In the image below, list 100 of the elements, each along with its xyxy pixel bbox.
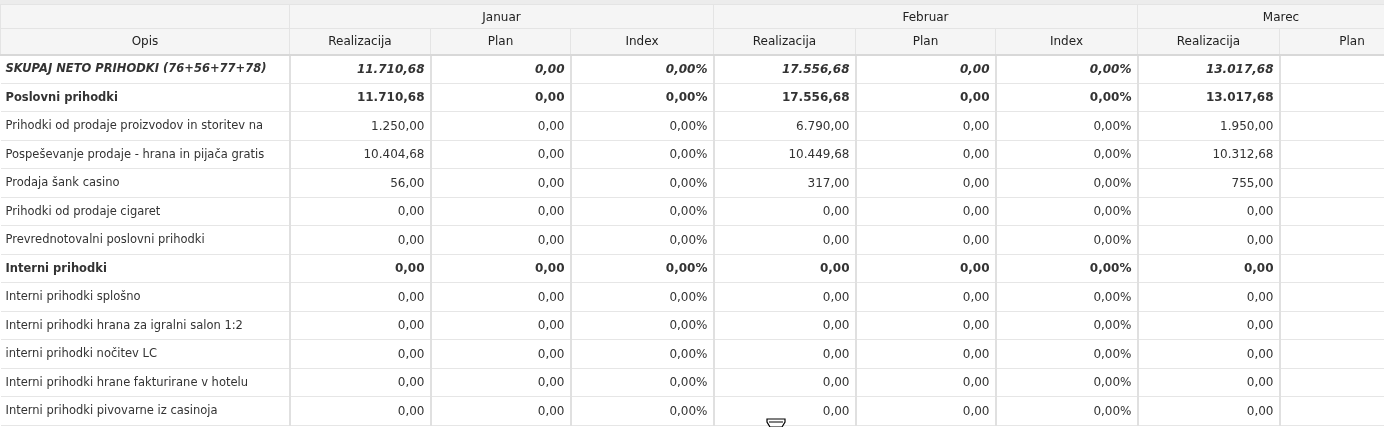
table-cell: 0,00 xyxy=(1137,396,1280,425)
table-cell: 0,00% xyxy=(995,140,1138,169)
table-cell: 0,00% xyxy=(995,311,1138,340)
row-label: interni prihodki nočitev LC xyxy=(0,339,290,368)
table-cell: 56,00 xyxy=(289,168,431,197)
table-cell: 0,00 xyxy=(289,311,431,340)
table-cell: 0,00 xyxy=(855,225,996,254)
table-cell: 0,00 xyxy=(1137,225,1280,254)
column-header: Plan xyxy=(855,28,996,55)
column-header: Plan xyxy=(1279,28,1384,55)
table-cell: 0,00 xyxy=(289,254,431,283)
table-cell: 0,00% xyxy=(995,197,1138,226)
table-cell: 1.250,00 xyxy=(289,111,431,140)
table-cell: 6.790,00 xyxy=(713,111,856,140)
table-cell: 0,00 xyxy=(430,83,571,112)
table-cell: 0,00% xyxy=(995,111,1138,140)
table-cell: 11.710,68 xyxy=(289,54,431,83)
row-label: Prihodki od prodaje proizvodov in storitev na xyxy=(0,111,290,140)
row-label: Prevrednotovalni poslovni prihodki xyxy=(0,225,290,254)
table-cell: 0,00 xyxy=(1137,339,1280,368)
table-cell: 0,00% xyxy=(995,339,1138,368)
table-cell: 0,00 xyxy=(289,339,431,368)
column-header: Index xyxy=(570,28,714,55)
table-cell: 0,00 xyxy=(855,396,996,425)
table-cell: 0,00% xyxy=(570,111,714,140)
table-cell: 0,00 xyxy=(713,282,856,311)
column-header: Plan xyxy=(430,28,571,55)
table-cell: 10.312,68 xyxy=(1137,140,1280,169)
table-cell: 0,00 xyxy=(855,54,996,83)
row-label: Interni prihodki pivovarne iz casinoja xyxy=(0,396,290,425)
column-header: Index xyxy=(995,28,1138,55)
tray-icon xyxy=(766,418,786,427)
table-cell: 0,00% xyxy=(570,54,714,83)
table-cell: 17.556,68 xyxy=(713,54,856,83)
table-cell: 0,00 xyxy=(855,83,996,112)
column-header: Realizacija xyxy=(713,28,856,55)
table-cell: 0,00 xyxy=(855,254,996,283)
table-cell: 0,00% xyxy=(570,396,714,425)
row-label: Poslovni prihodki xyxy=(0,83,290,112)
table-cell: 0,00% xyxy=(995,83,1138,112)
table-cell: 0,00 xyxy=(289,368,431,397)
table-cell: 0,00% xyxy=(570,254,714,283)
table-cell: 0,00 xyxy=(430,339,571,368)
table-cell: 0,00 xyxy=(713,368,856,397)
month-header: Februar xyxy=(713,4,1138,29)
table-cell: 0,00 xyxy=(855,311,996,340)
table-cell: 0,00 xyxy=(1137,197,1280,226)
table-cell: 0,00 xyxy=(289,225,431,254)
month-header: Januar xyxy=(289,4,714,29)
table-cell: 0,00 xyxy=(855,282,996,311)
table-cell: 0,00 xyxy=(430,197,571,226)
table-cell: 0,00 xyxy=(855,140,996,169)
table-cell: 0,00% xyxy=(570,311,714,340)
column-header: Opis xyxy=(0,28,290,55)
table-cell: 0,00 xyxy=(430,282,571,311)
row-label: Prihodki od prodaje cigaret xyxy=(0,197,290,226)
table-cell: 0,00 xyxy=(713,339,856,368)
row-label: Interni prihodki splošno xyxy=(0,282,290,311)
table-cell: 0,00 xyxy=(430,368,571,397)
table-cell: 0,00 xyxy=(1137,368,1280,397)
table-cell: 0,00 xyxy=(430,54,571,83)
table-cell: 0,00 xyxy=(430,311,571,340)
table-cell: 0,00% xyxy=(995,282,1138,311)
table-cell: 13.017,68 xyxy=(1137,54,1280,83)
row-label: Prodaja šank casino xyxy=(0,168,290,197)
table-cell: 0,00% xyxy=(570,168,714,197)
row-label: Pospeševanje prodaje - hrana in pijača gratis xyxy=(0,140,290,169)
table-cell: 317,00 xyxy=(713,168,856,197)
table-cell: 0,00% xyxy=(995,54,1138,83)
table-cell: 0,00 xyxy=(855,339,996,368)
table-cell: 0,00% xyxy=(570,282,714,311)
table-cell: 13.017,68 xyxy=(1137,83,1280,112)
table-cell: 0,00 xyxy=(289,197,431,226)
table-cell: 0,00 xyxy=(430,396,571,425)
column-header: Realizacija xyxy=(1137,28,1280,55)
table-cell: 11.710,68 xyxy=(289,83,431,112)
table-cell: 0,00% xyxy=(570,83,714,112)
table-cell: 1.950,00 xyxy=(1137,111,1280,140)
table-cell: 0,00% xyxy=(570,140,714,169)
table-cell: 0,00 xyxy=(1137,311,1280,340)
table-cell: 0,00 xyxy=(713,254,856,283)
table-cell: 0,00 xyxy=(289,282,431,311)
month-header: Marec xyxy=(1137,4,1384,29)
table-cell: 0,00 xyxy=(430,168,571,197)
table-cell: 10.404,68 xyxy=(289,140,431,169)
table-cell: 0,00 xyxy=(855,197,996,226)
column-header: Realizacija xyxy=(289,28,431,55)
row-label: SKUPAJ NETO PRIHODKI (76+56+77+78) xyxy=(0,54,290,83)
table-cell: 0,00 xyxy=(430,225,571,254)
table-cell: 0,00 xyxy=(1137,282,1280,311)
table-cell: 10.449,68 xyxy=(713,140,856,169)
table-cell: 0,00 xyxy=(289,396,431,425)
table-cell: 0,00 xyxy=(713,197,856,226)
table-cell: 0,00 xyxy=(713,311,856,340)
table-cell: 0,00% xyxy=(995,225,1138,254)
table-cell: 0,00 xyxy=(430,111,571,140)
row-label: Interni prihodki hrane fakturirane v hotelu xyxy=(0,368,290,397)
table-cell: 0,00 xyxy=(713,225,856,254)
row-label: Interni prihodki xyxy=(0,254,290,283)
table-cell: 0,00 xyxy=(430,254,571,283)
